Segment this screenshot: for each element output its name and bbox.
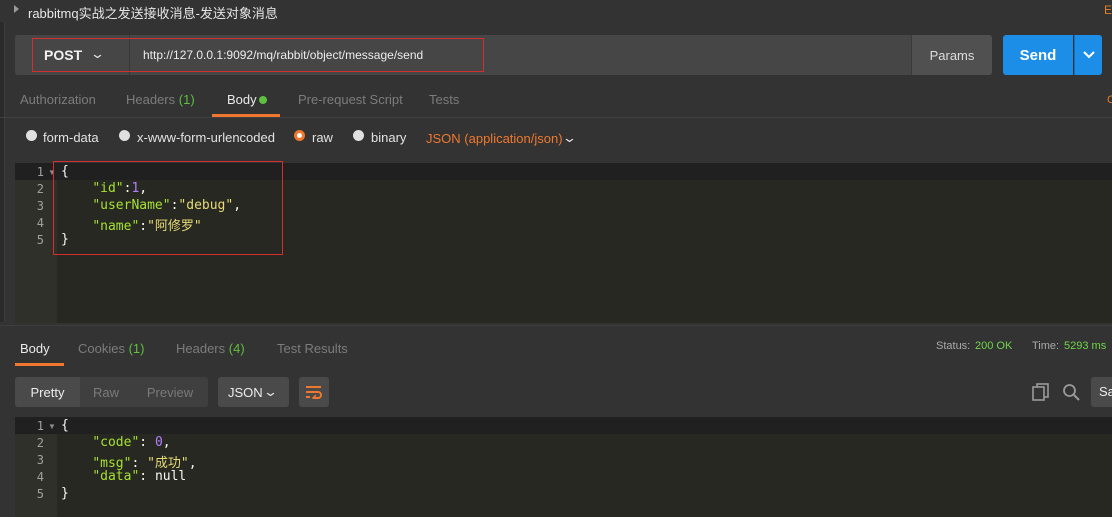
- collapse-arrow-icon[interactable]: [14, 5, 19, 13]
- radio-urlencoded-label[interactable]: x-www-form-urlencoded: [137, 130, 275, 145]
- tab-response-headers-label: Headers: [176, 341, 226, 356]
- line-number: 4: [36, 470, 44, 484]
- content-type-select[interactable]: JSON (application/json): [426, 131, 563, 146]
- tab-prerequest-script[interactable]: Pre-request Script: [298, 92, 403, 107]
- line-number: 1: [36, 419, 44, 433]
- copy-icon[interactable]: [1032, 383, 1050, 406]
- radio-binary[interactable]: [353, 130, 364, 141]
- radio-raw-label[interactable]: raw: [312, 130, 333, 145]
- active-tab-underline: [15, 363, 64, 366]
- tab-cookies-count: (1): [128, 341, 145, 356]
- radio-form-data-label[interactable]: form-data: [43, 130, 99, 145]
- tab-cookies-label: Cookies: [78, 341, 125, 356]
- body-indicator-dot: [259, 96, 267, 104]
- tab-response-headers-count: (4): [228, 341, 245, 356]
- line-number: 1: [36, 165, 44, 179]
- radio-urlencoded[interactable]: [119, 130, 130, 141]
- highlight-box-url: [32, 38, 484, 72]
- json-key: "code": [92, 435, 140, 450]
- status-label: Status:: [936, 340, 971, 352]
- right-marker: C: [1107, 94, 1112, 106]
- tab-headers-count: (1): [178, 92, 195, 107]
- search-icon[interactable]: [1062, 383, 1080, 406]
- tab-headers-label: Headers: [126, 92, 176, 107]
- fold-arrow-icon[interactable]: ▼: [48, 422, 56, 431]
- json-value: null: [154, 469, 187, 484]
- chevron-down-icon[interactable]: ⌄: [263, 384, 278, 400]
- pretty-button[interactable]: Pretty: [15, 377, 80, 407]
- send-button[interactable]: Send: [1003, 35, 1073, 75]
- code-token: }: [61, 486, 69, 501]
- sidebar-edge[interactable]: [0, 22, 5, 322]
- json-value: 0: [154, 435, 163, 450]
- tabs-divider: [0, 117, 1112, 118]
- tab-response-headers[interactable]: Headers (4): [176, 341, 245, 356]
- tab-response-body[interactable]: Body: [20, 341, 50, 356]
- params-button[interactable]: Params: [911, 35, 992, 75]
- code-line: {: [61, 418, 69, 433]
- tab-test-results[interactable]: Test Results: [277, 341, 348, 356]
- request-title[interactable]: rabbitmq实战之发送接收消息-发送对象消息: [28, 3, 278, 22]
- code-token: {: [61, 418, 69, 433]
- status-value[interactable]: 200 OK: [975, 340, 1012, 352]
- line-number: 2: [36, 182, 44, 196]
- chevron-down-icon[interactable]: ⌄: [562, 130, 577, 146]
- chevron-down-icon: [1082, 51, 1095, 59]
- time-value[interactable]: 5293 ms: [1064, 340, 1106, 352]
- line-number: 5: [36, 233, 44, 247]
- active-line: [15, 417, 1112, 434]
- code-line: }: [61, 486, 69, 501]
- radio-binary-label[interactable]: binary: [371, 130, 406, 145]
- preview-button[interactable]: Preview: [132, 377, 208, 407]
- tab-authorization[interactable]: Authorization: [20, 92, 96, 107]
- line-number: 3: [36, 453, 44, 467]
- time-label: Time:: [1032, 340, 1060, 352]
- format-select[interactable]: JSON: [218, 377, 289, 407]
- send-options-button[interactable]: [1074, 35, 1102, 75]
- radio-raw[interactable]: [294, 130, 305, 141]
- line-number: 5: [36, 487, 44, 501]
- tab-cookies[interactable]: Cookies (1): [78, 341, 144, 356]
- tab-headers[interactable]: Headers (1): [126, 92, 195, 107]
- format-label: JSON: [228, 384, 263, 400]
- code-line: "data": null: [92, 469, 187, 484]
- line-number: 2: [36, 436, 44, 450]
- radio-form-data[interactable]: [26, 130, 37, 141]
- line-number: 4: [36, 216, 44, 230]
- raw-button[interactable]: Raw: [80, 377, 132, 407]
- code-line: "code": 0,: [92, 435, 171, 450]
- highlight-box-body: [53, 161, 283, 255]
- line-number: 3: [36, 199, 44, 213]
- response-divider[interactable]: [0, 325, 1112, 326]
- save-response-button[interactable]: Sa: [1091, 377, 1112, 407]
- tab-tests[interactable]: Tests: [429, 92, 459, 107]
- wrap-icon: [306, 386, 322, 399]
- json-key: "data": [92, 469, 140, 484]
- wrap-lines-button[interactable]: [299, 377, 329, 407]
- tab-body[interactable]: Body: [227, 92, 257, 107]
- title-right-marker: E: [1104, 3, 1112, 17]
